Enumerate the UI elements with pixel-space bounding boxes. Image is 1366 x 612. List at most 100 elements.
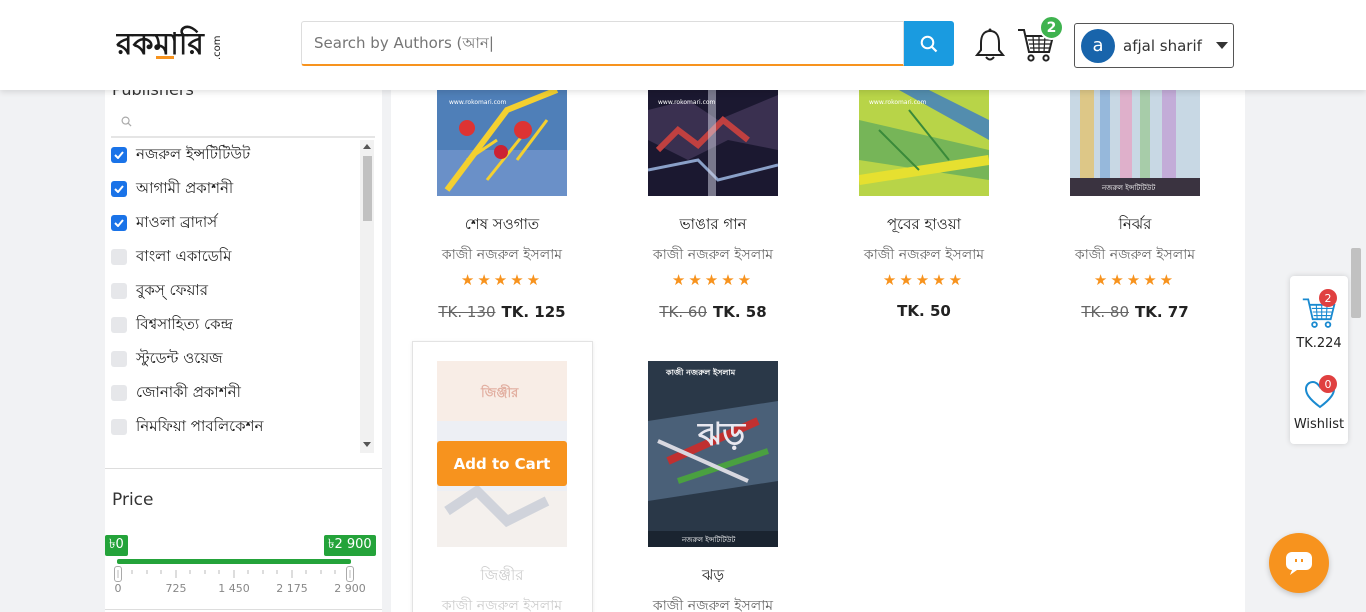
publisher-item[interactable]: বুকস্ ফেয়ার — [111, 277, 208, 305]
float-cart-total[interactable]: TK.224 — [1290, 336, 1348, 351]
search-button[interactable] — [904, 21, 954, 66]
publisher-item[interactable]: মাওলা ব্রাদার্স — [111, 209, 217, 237]
price-min-tag: ৳0 — [105, 535, 128, 556]
checkbox[interactable] — [111, 249, 127, 265]
scroll-down-arrow-icon[interactable] — [363, 442, 371, 447]
checkbox[interactable] — [111, 419, 127, 435]
checkbox[interactable] — [111, 317, 127, 333]
product-price: TK. 80 TK. 77 — [1024, 303, 1246, 321]
publisher-item[interactable]: স্টুডেন্ট ওয়েজ — [111, 345, 223, 373]
floating-cart-panel: 2 TK.224 0 Wishlist — [1290, 276, 1348, 444]
add-to-cart-button[interactable]: Add to Cart — [437, 441, 567, 486]
price-tick-label: 2 900 — [334, 582, 366, 595]
checkbox[interactable] — [111, 385, 127, 401]
old-price: TK. 80 — [1081, 303, 1129, 321]
rating-stars: ★★★★★ — [882, 271, 966, 289]
product-author[interactable]: কাজী নজরুল ইসলাম — [391, 594, 613, 612]
product-author[interactable]: কাজী নজরুল ইসলাম — [602, 594, 824, 612]
product-title[interactable]: পূবের হাওয়া — [813, 213, 1035, 238]
search-icon — [920, 35, 938, 52]
logo-suffix: .com — [212, 35, 223, 60]
divider — [105, 468, 382, 469]
new-price: TK. 50 — [897, 302, 951, 320]
watermark: www.rokomari.com — [869, 99, 927, 106]
price-tick-label: 2 175 — [276, 582, 308, 595]
product-author[interactable]: কাজী নজরুল ইসলাম — [1024, 243, 1246, 267]
new-price: TK. 58 — [712, 303, 767, 321]
page-scrollbar-thumb[interactable] — [1351, 248, 1361, 318]
avatar: a — [1081, 28, 1115, 63]
cover-publisher: নজরুল ইন্সটিটিউট — [1101, 183, 1155, 192]
publisher-list: নজরুল ইন্সটিটিউট আগামী প্রকাশনী মাওলা ব্… — [105, 140, 360, 453]
watermark: www.rokomari.com — [658, 99, 716, 106]
product-title[interactable]: জিঞ্জীর — [391, 564, 613, 589]
product-title[interactable]: শেষ সওগাত — [391, 213, 613, 238]
checkbox-checked[interactable] — [111, 147, 127, 163]
chat-button[interactable] — [1269, 533, 1329, 593]
chat-icon — [1286, 552, 1312, 575]
publisher-item[interactable]: আগামী প্রকাশনী — [111, 175, 233, 203]
publisher-label: জোনাকী প্রকাশনী — [136, 382, 241, 401]
product-title[interactable]: ভাঙার গান — [602, 213, 824, 238]
publisher-label: বিশ্বসাহিত্য কেন্দ্র — [136, 314, 233, 333]
cart-count-badge: 2 — [1039, 15, 1064, 40]
user-name: afjal sharif — [1123, 36, 1202, 55]
publisher-item[interactable]: নজরুল ইন্সটিটিউট — [111, 141, 250, 169]
checkbox[interactable] — [111, 283, 127, 299]
price-heading: Price — [112, 490, 154, 510]
price-ticks — [117, 570, 351, 578]
wishlist-label[interactable]: Wishlist — [1290, 417, 1348, 432]
product-author[interactable]: কাজী নজরুল ইসলাম — [602, 243, 824, 267]
checkbox[interactable] — [111, 351, 127, 367]
search-input[interactable] — [301, 21, 904, 66]
rokomari-logo[interactable]: রকমারি .com — [115, 20, 226, 68]
watermark: www.rokomari.com — [449, 99, 507, 106]
publisher-label: মাওলা ব্রাদার্স — [136, 212, 218, 231]
publisher-item[interactable]: বাংলা একাডেমি — [111, 243, 231, 271]
divider — [105, 609, 382, 610]
scroll-up-arrow-icon[interactable] — [363, 144, 371, 149]
publisher-label: বাংলা একাডেমি — [136, 246, 232, 265]
book-cover[interactable]: কাজী নজরুল ইসলাম ঝড় নজরুল ইন্সটিটিউট — [648, 361, 778, 547]
price-tick-label: 725 — [165, 582, 187, 595]
rating-stars: ★★★★★ — [671, 271, 755, 289]
search-bar — [301, 21, 954, 66]
product-price: TK. 50 — [813, 302, 1035, 320]
product-title[interactable]: নির্ঝর — [1024, 213, 1246, 238]
product-author[interactable]: কাজী নজরুল ইসলাম — [391, 243, 613, 267]
old-price: TK. 60 — [659, 303, 707, 321]
new-price: TK. 125 — [501, 303, 566, 321]
scroll-thumb[interactable] — [363, 156, 372, 221]
product-title[interactable]: ঝড় — [602, 564, 824, 589]
book-cover[interactable]: নজরুল ইন্সটিটিউট — [1070, 90, 1200, 196]
book-cover[interactable]: www.rokomari.com — [859, 90, 989, 196]
publisher-item[interactable]: বিশ্বসাহিত্য কেন্দ্র — [111, 311, 233, 339]
product-author[interactable]: কাজী নজরুল ইসলাম — [813, 243, 1035, 267]
price-slider-track[interactable] — [117, 559, 351, 564]
old-price: TK. 130 — [438, 303, 496, 321]
product-price: TK. 130 TK. 125 — [391, 303, 613, 321]
product-grid: www.rokomari.com শেষ সওগাত কাজী নজরুল ইস… — [391, 0, 1245, 612]
price-tick-label: 1 450 — [218, 582, 250, 595]
rating-stars: ★★★★★ — [1093, 271, 1177, 289]
user-menu[interactable]: a afjal sharif — [1074, 23, 1234, 68]
publisher-scrollbar[interactable] — [360, 140, 374, 453]
publisher-label: নজরুল ইন্সটিটিউট — [136, 144, 251, 163]
new-price: TK. 77 — [1134, 303, 1189, 321]
float-cart-badge: 2 — [1319, 289, 1337, 307]
price-max-tag: ৳2 900 — [324, 535, 376, 556]
publisher-item[interactable]: নিমফিয়া পাবলিকেশন — [111, 413, 263, 441]
wishlist-count-badge: 0 — [1319, 375, 1337, 393]
search-icon — [121, 116, 132, 127]
checkbox-checked[interactable] — [111, 181, 127, 197]
publisher-item[interactable]: জোনাকী প্রকাশনী — [111, 379, 241, 407]
cover-title: ঝড় — [697, 415, 746, 453]
book-cover[interactable]: www.rokomari.com — [437, 90, 567, 196]
book-cover[interactable]: www.rokomari.com — [648, 90, 778, 196]
publisher-search-input[interactable] — [111, 108, 375, 138]
chevron-down-icon — [1215, 42, 1228, 49]
checkbox-checked[interactable] — [111, 215, 127, 231]
bell-icon[interactable] — [972, 27, 1008, 63]
price-tick-label: 0 — [114, 582, 122, 595]
cover-author: কাজী নজরুল ইসলাম — [665, 366, 736, 377]
